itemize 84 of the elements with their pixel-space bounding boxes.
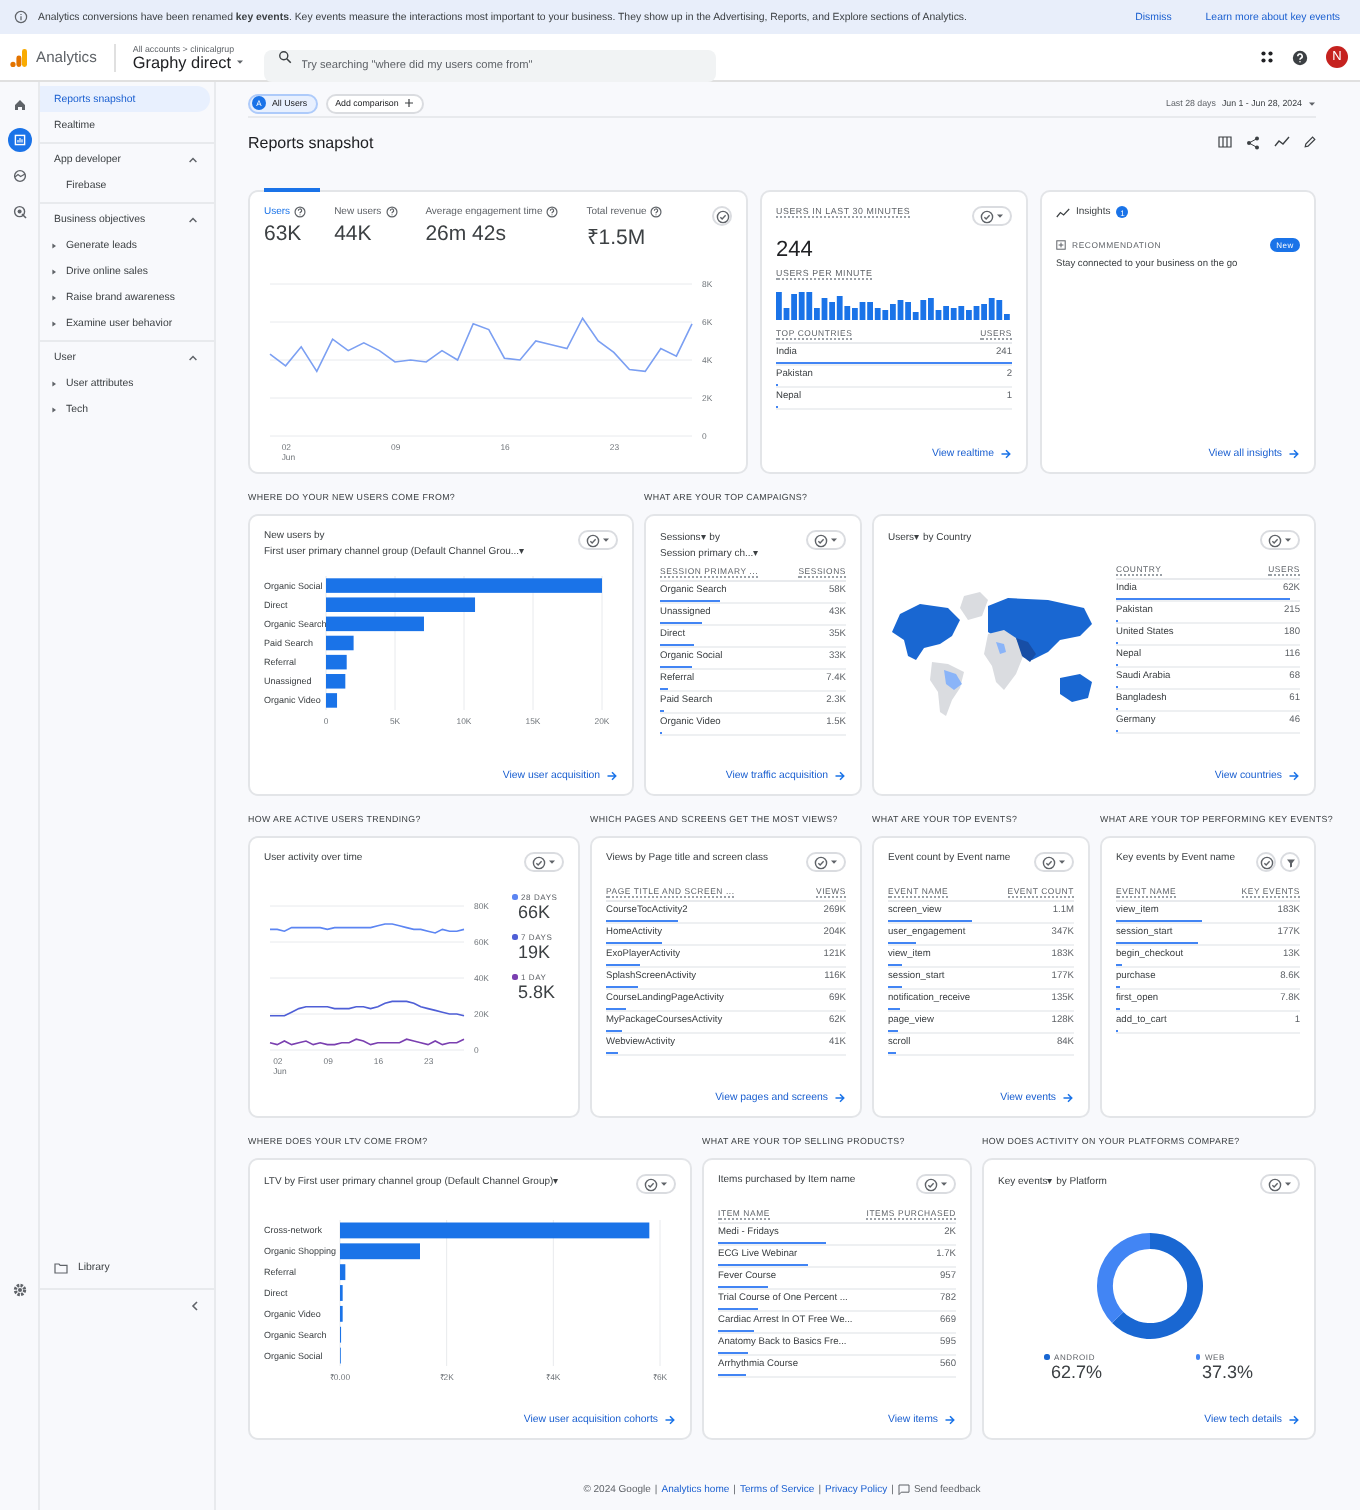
chart-circle-icon (11, 168, 27, 184)
caret-icon (830, 536, 838, 544)
insights-icon (1056, 207, 1070, 217)
check-circle-icon (1268, 1177, 1282, 1191)
folder-icon (54, 1261, 68, 1273)
filter-button[interactable] (1280, 852, 1300, 872)
plus-icon (404, 98, 415, 108)
caret-icon (660, 1180, 668, 1188)
arrow-icon (834, 1092, 846, 1104)
search-icon (277, 50, 292, 64)
apps-icon[interactable] (1260, 50, 1274, 64)
arrow-icon (1288, 770, 1300, 782)
check-circle-icon (1268, 533, 1282, 547)
check-circle-icon (1042, 855, 1056, 869)
legend-value: 62.7% (1048, 1362, 1103, 1382)
caret-icon (235, 58, 244, 66)
bullet-icon (50, 241, 58, 249)
bar (340, 1243, 420, 1260)
compare-button[interactable] (712, 206, 732, 226)
bar (340, 1264, 346, 1281)
check-circle-icon (644, 1177, 658, 1191)
insights-icon[interactable] (1274, 136, 1290, 148)
feedback-icon (897, 1484, 910, 1496)
bar (326, 635, 354, 651)
check-circle-icon (814, 855, 828, 869)
arrow-icon (1000, 448, 1012, 460)
property-selector[interactable]: Graphy direct (132, 53, 244, 71)
caret-icon (1058, 858, 1066, 866)
caret-icon (548, 858, 556, 866)
filter-icon (1285, 857, 1295, 867)
help-icon[interactable] (546, 206, 559, 218)
reports-nav-button[interactable] (7, 128, 31, 152)
target-icon (11, 204, 27, 220)
arrow-icon (834, 770, 846, 782)
info-icon (14, 10, 28, 24)
arrow-icon (1062, 1092, 1074, 1104)
check-circle-icon (924, 1177, 938, 1191)
bullet-icon (50, 405, 58, 413)
bullet-icon (50, 293, 58, 301)
caret-icon (830, 858, 838, 866)
check-circle-icon (980, 209, 994, 223)
realtime-value: 244 (776, 238, 815, 262)
compare-button[interactable] (1256, 852, 1276, 872)
help-icon[interactable] (650, 206, 663, 218)
bullet-icon (50, 319, 58, 327)
legend-value: 19K (516, 942, 553, 962)
arrow-icon (606, 770, 618, 782)
caret-icon (1284, 536, 1292, 544)
caret-icon (602, 536, 610, 544)
check-circle-icon (1259, 855, 1273, 869)
arrow-icon (1288, 1414, 1300, 1426)
check-circle-icon (814, 533, 828, 547)
bar (326, 616, 424, 632)
legend-value: 66K (516, 902, 553, 922)
edit-icon[interactable] (1304, 136, 1316, 148)
bullet-icon (50, 267, 58, 275)
share-icon[interactable] (1246, 135, 1260, 149)
logo-icon (10, 47, 28, 67)
caret-icon (940, 1180, 948, 1188)
caret-icon (1308, 99, 1316, 107)
caret-icon (1284, 1180, 1292, 1188)
caret-icon (996, 212, 1004, 220)
bar (326, 693, 338, 708)
arrow-icon (1288, 448, 1300, 460)
check-circle-icon (532, 855, 546, 869)
page-title: Reports snapshot (248, 133, 374, 151)
collapse-icon[interactable] (190, 1299, 200, 1311)
bar (326, 654, 347, 670)
legend-value: 5.8K (516, 982, 558, 1002)
home-icon (11, 96, 27, 112)
recommendation-icon (1056, 240, 1066, 250)
help-icon[interactable] (385, 206, 398, 218)
settings-icon[interactable] (11, 1282, 27, 1298)
help-icon[interactable] (1292, 49, 1308, 65)
bar (326, 674, 346, 689)
customize-icon[interactable] (1218, 136, 1232, 148)
help-icon[interactable] (294, 206, 307, 218)
bar-chart-icon (11, 132, 27, 148)
check-circle-icon (586, 533, 600, 547)
legend-value: 37.3% (1199, 1362, 1254, 1382)
arrow-icon (664, 1414, 676, 1426)
check-circle-icon (715, 209, 729, 223)
arrow-icon (944, 1414, 956, 1426)
bullet-icon (50, 379, 58, 387)
